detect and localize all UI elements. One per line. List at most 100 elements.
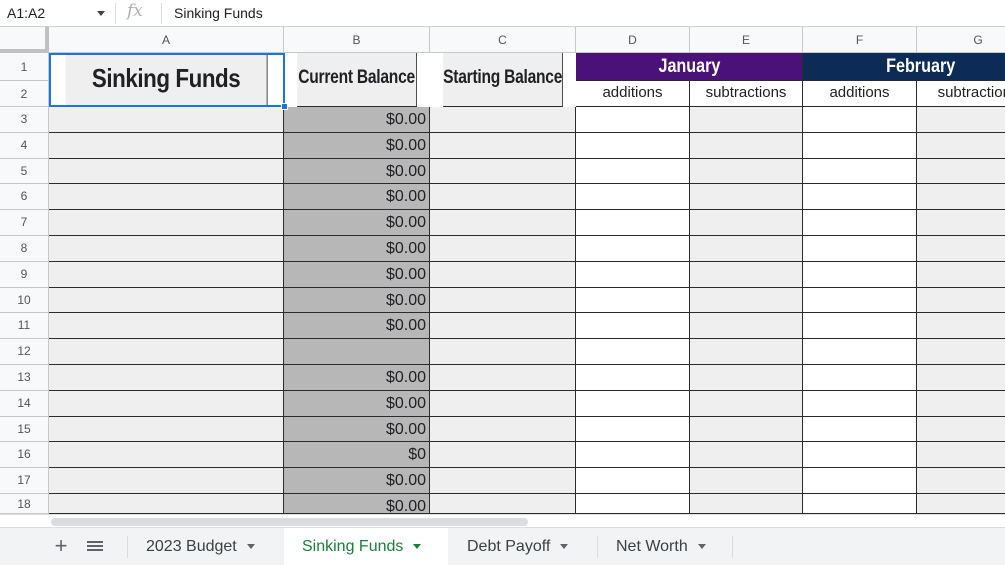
cell-g17[interactable] bbox=[917, 468, 1005, 494]
cell-g8[interactable] bbox=[917, 236, 1005, 262]
chevron-down-icon[interactable] bbox=[413, 544, 422, 550]
name-box[interactable]: A1:A2 bbox=[0, 0, 112, 27]
cell-e15[interactable] bbox=[690, 416, 803, 443]
column-header-e[interactable]: E bbox=[690, 27, 803, 53]
cell-c3[interactable] bbox=[430, 107, 576, 133]
cell-b14[interactable]: $0.00 bbox=[284, 390, 430, 417]
cell-c18[interactable] bbox=[430, 494, 576, 514]
cell-e10[interactable] bbox=[690, 287, 803, 314]
cell-f14[interactable] bbox=[803, 390, 917, 417]
header-additions[interactable]: additions bbox=[803, 81, 917, 107]
cell-c7[interactable] bbox=[430, 210, 576, 236]
cell-b9[interactable]: $0.00 bbox=[284, 261, 430, 288]
cell-b5[interactable]: $0.00 bbox=[284, 158, 430, 185]
cell-e18[interactable] bbox=[690, 494, 803, 514]
cell-e4[interactable] bbox=[690, 132, 803, 159]
cell-c14[interactable] bbox=[430, 390, 576, 417]
cell-a12[interactable] bbox=[49, 339, 284, 365]
row-header-15[interactable]: 15 bbox=[0, 416, 49, 443]
cell-g12[interactable] bbox=[917, 339, 1005, 365]
cell-a4[interactable] bbox=[49, 132, 284, 159]
cell-a14[interactable] bbox=[49, 390, 284, 417]
cell-a3[interactable] bbox=[49, 107, 284, 133]
cell-c4[interactable] bbox=[430, 132, 576, 159]
cell-c11[interactable] bbox=[430, 313, 576, 340]
cell-a9[interactable] bbox=[49, 261, 284, 288]
cell-c5[interactable] bbox=[430, 158, 576, 185]
cell-b8[interactable]: $0.00 bbox=[284, 236, 430, 262]
scrollbar-thumb[interactable] bbox=[51, 518, 528, 526]
row-header-16[interactable]: 16 bbox=[0, 442, 49, 469]
cell-f5[interactable] bbox=[803, 158, 917, 185]
row-header-4[interactable]: 4 bbox=[0, 132, 49, 159]
cell-c9[interactable] bbox=[430, 261, 576, 288]
cell-a10[interactable] bbox=[49, 287, 284, 314]
cell-e12[interactable] bbox=[690, 339, 803, 365]
cell-b17[interactable]: $0.00 bbox=[284, 468, 430, 494]
cell-b4[interactable]: $0.00 bbox=[284, 132, 430, 159]
row-header-17[interactable]: 17 bbox=[0, 468, 49, 494]
cell-g9[interactable] bbox=[917, 261, 1005, 288]
cell-b11[interactable]: $0.00 bbox=[284, 313, 430, 340]
cell-a11[interactable] bbox=[49, 313, 284, 340]
header-sinking-funds[interactable]: Sinking Funds bbox=[65, 53, 268, 107]
cell-g13[interactable] bbox=[917, 365, 1005, 391]
add-sheet-button[interactable]: + bbox=[51, 535, 71, 559]
cell-e7[interactable] bbox=[690, 210, 803, 236]
cell-e13[interactable] bbox=[690, 365, 803, 391]
cell-d11[interactable] bbox=[576, 313, 690, 340]
cell-c15[interactable] bbox=[430, 416, 576, 443]
cell-f15[interactable] bbox=[803, 416, 917, 443]
cell-e8[interactable] bbox=[690, 236, 803, 262]
cell-b3[interactable]: $0.00 bbox=[284, 107, 430, 133]
row-header-3[interactable]: 3 bbox=[0, 107, 49, 133]
cell-c13[interactable] bbox=[430, 365, 576, 391]
cell-d12[interactable] bbox=[576, 339, 690, 365]
header-starting-balance[interactable]: Starting Balance bbox=[443, 53, 563, 107]
cell-a17[interactable] bbox=[49, 468, 284, 494]
cell-e16[interactable] bbox=[690, 442, 803, 469]
row-header-8[interactable]: 8 bbox=[0, 236, 49, 262]
horizontal-scrollbar[interactable] bbox=[0, 514, 1005, 527]
cell-b7[interactable]: $0.00 bbox=[284, 210, 430, 236]
tab-2023-budget[interactable]: 2023 Budget bbox=[128, 528, 283, 565]
cell-e3[interactable] bbox=[690, 107, 803, 133]
cell-d9[interactable] bbox=[576, 261, 690, 288]
cell-f10[interactable] bbox=[803, 287, 917, 314]
cell-e11[interactable] bbox=[690, 313, 803, 340]
cell-a13[interactable] bbox=[49, 365, 284, 391]
cell-a16[interactable] bbox=[49, 442, 284, 469]
cell-d16[interactable] bbox=[576, 442, 690, 469]
cell-g3[interactable] bbox=[917, 107, 1005, 133]
cell-f9[interactable] bbox=[803, 261, 917, 288]
cell-c16[interactable] bbox=[430, 442, 576, 469]
cell-g11[interactable] bbox=[917, 313, 1005, 340]
cell-d14[interactable] bbox=[576, 390, 690, 417]
column-header-f[interactable]: F bbox=[803, 27, 917, 53]
cell-g14[interactable] bbox=[917, 390, 1005, 417]
row-header-18[interactable]: 18 bbox=[0, 494, 49, 514]
row-header-7[interactable]: 7 bbox=[0, 210, 49, 236]
column-header-b[interactable]: B bbox=[284, 27, 430, 53]
cell-a6[interactable] bbox=[49, 184, 284, 211]
cell-c6[interactable] bbox=[430, 184, 576, 211]
header-month-february[interactable]: February bbox=[803, 53, 1005, 81]
cell-d10[interactable] bbox=[576, 287, 690, 314]
cell-c10[interactable] bbox=[430, 287, 576, 314]
cell-a8[interactable] bbox=[49, 236, 284, 262]
row-header-6[interactable]: 6 bbox=[0, 184, 49, 211]
cell-d8[interactable] bbox=[576, 236, 690, 262]
tab-debt-payoff[interactable]: Debt Payoff bbox=[449, 528, 597, 565]
cell-c8[interactable] bbox=[430, 236, 576, 262]
cell-e6[interactable] bbox=[690, 184, 803, 211]
column-header-a[interactable]: A bbox=[49, 27, 284, 53]
cell-f11[interactable] bbox=[803, 313, 917, 340]
row-header-2[interactable]: 2 bbox=[0, 81, 49, 107]
row-header-1[interactable]: 1 bbox=[0, 53, 49, 81]
cell-g7[interactable] bbox=[917, 210, 1005, 236]
cell-a5[interactable] bbox=[49, 158, 284, 185]
cell-f6[interactable] bbox=[803, 184, 917, 211]
cell-f18[interactable] bbox=[803, 494, 917, 514]
cell-a7[interactable] bbox=[49, 210, 284, 236]
row-header-14[interactable]: 14 bbox=[0, 390, 49, 417]
